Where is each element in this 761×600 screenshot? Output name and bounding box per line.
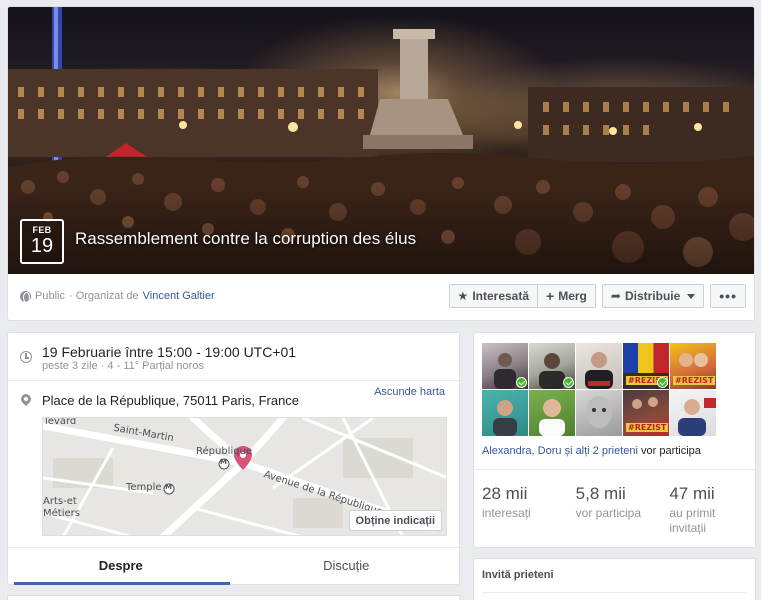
location-map[interactable]: levard Saint-Martin République M Temple … [42,417,447,536]
person-silhouette-icon [585,352,613,389]
rezist-tag: #REZIST [673,376,716,385]
chevron-down-icon [687,293,696,299]
avatar[interactable]: #REZIST [670,343,716,389]
person-silhouette-icon [586,396,612,428]
organizer-link[interactable]: Vincent Galtier [143,290,215,302]
avatar[interactable] [670,390,716,436]
get-directions-button[interactable]: Obține indicații [348,510,442,531]
going-button[interactable]: + Merg [538,284,596,308]
map-label-street1: levard [45,417,77,427]
interested-label: Interesată [472,289,530,303]
globe-icon [20,290,31,303]
stat-label: au primit invitații [669,506,716,535]
more-icon: ••• [719,288,737,304]
location-pin-icon [18,391,34,407]
next-card-edge [7,595,460,600]
map-label-district2: Métiers [43,508,80,519]
metro-icon: M [165,483,172,491]
event-day: 19 [30,235,54,257]
share-icon: ➦ [610,289,621,303]
map-label-district1: Arts-et [43,496,77,507]
stat-label: vor participa [575,506,642,520]
avatar[interactable]: #REZIST [623,343,669,389]
datetime-row: 19 Februarie între 15:00 - 19:00 UTC+01 … [8,333,459,381]
invite-friends-card: Invită prieteni [473,558,756,600]
avatar[interactable] [482,343,528,389]
stat-going[interactable]: 5,8 mii vor participa [568,470,662,547]
cover-photo[interactable]: FEB 19 Rassemblement contre la corruptio… [8,7,754,274]
invite-friends-header: Invită prieteni [482,569,554,581]
avatar[interactable] [576,390,622,436]
metro-icon: M [220,458,227,466]
event-date-box: FEB 19 [20,219,64,264]
plus-icon: + [546,288,555,304]
going-check-icon [657,377,668,388]
rsvp-group: ★ Interesată + Merg [448,284,596,308]
guest-stats: 28 mii interesați 5,8 mii vor participa … [474,469,755,547]
event-title: Rassemblement contre la corruption des é… [75,229,417,248]
map-label-metro2: Temple [126,482,162,493]
star-icon: ★ [457,289,469,303]
event-location[interactable]: Place de la République, 75011 Paris, Fra… [42,393,299,408]
friends-going-text: Alexandra, Doru și alți 2 prieteni vor p… [482,445,701,457]
going-check-icon [516,377,527,388]
event-details-card: 19 Februarie între 15:00 - 19:00 UTC+01 … [7,332,460,585]
event-datetime-sub: peste 3 zile · 4 - 11° Parțial noros [42,360,204,372]
avatar[interactable] [482,390,528,436]
hide-map-link[interactable]: Ascunde harta [374,386,445,398]
divider [482,592,747,593]
event-datetime: 19 Februarie între 15:00 - 19:00 UTC+01 [42,344,297,360]
event-header-card: FEB 19 Rassemblement contre la corruptio… [7,6,755,321]
share-button[interactable]: ➦ Distribuie [601,284,705,308]
avatar[interactable] [529,343,575,389]
stat-number: 5,8 mii [575,484,626,503]
event-meta: Public · Organizat de Vincent Galtier [20,290,215,303]
rezist-tag: #REZIST [626,423,669,432]
event-month: FEB [32,225,52,235]
going-check-icon [563,377,574,388]
stat-interested[interactable]: 28 mii interesați [474,470,568,547]
avatar[interactable]: #REZIST [623,390,669,436]
tab-about[interactable]: Despre [8,548,234,585]
tab-discussion[interactable]: Discuție [234,548,460,585]
guests-card: #REZIST #REZIST #REZIST Alexandra, Doru … [473,332,756,548]
avatar[interactable] [576,343,622,389]
stat-number: 28 mii [482,484,528,503]
stat-invited[interactable]: 47 mii au primit invitații [661,470,755,547]
stat-number: 47 mii [669,484,715,503]
person-silhouette-icon [493,400,517,436]
more-button[interactable]: ••• [710,284,746,308]
event-actions: ★ Interesată + Merg ➦ Distribuie ••• [448,284,746,308]
friends-going-suffix: vor participa [641,445,701,457]
map-label-metro1: République [196,446,253,457]
share-label: Distribuie [624,289,681,303]
friend-avatars: #REZIST #REZIST #REZIST [482,343,716,436]
event-tabs: Despre Discuție [8,547,459,585]
clock-icon [20,351,32,363]
going-label: Merg [558,289,587,303]
person-silhouette-icon [539,399,565,436]
person-silhouette-icon [678,398,716,436]
friends-going-names[interactable]: Alexandra, Doru [482,445,562,457]
interested-button[interactable]: ★ Interesată [448,284,539,308]
organized-by-label: · Organizat de [68,290,139,302]
avatar[interactable] [529,390,575,436]
privacy-label: Public [35,290,65,302]
stat-label: interesați [482,506,531,520]
friends-going-more[interactable]: și alți 2 prieteni [565,445,638,457]
